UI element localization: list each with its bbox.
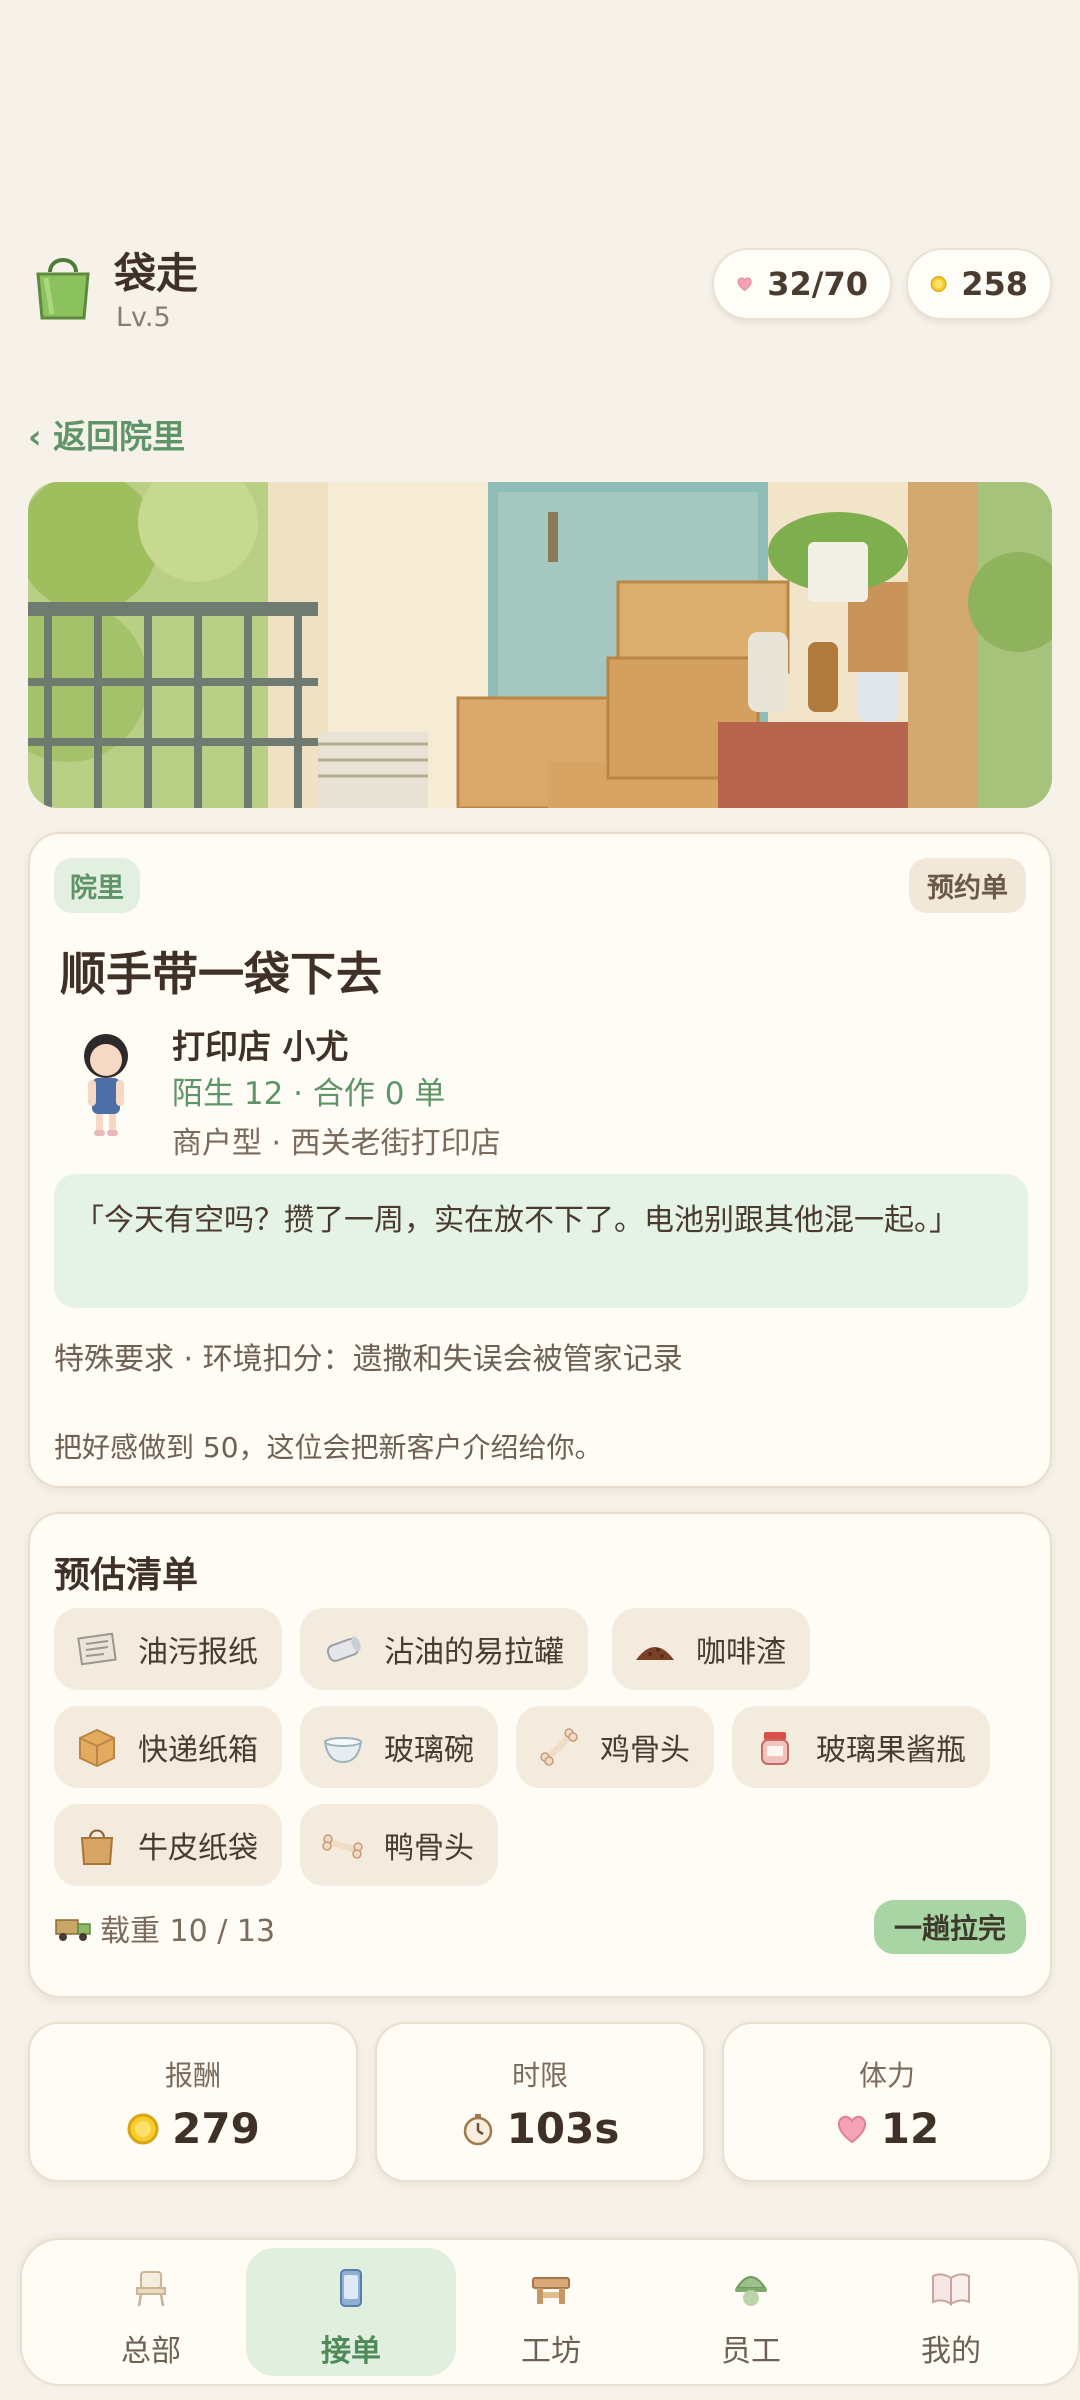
- list-item-label: 咖啡渣: [696, 1635, 786, 1670]
- nav-item-staff[interactable]: 员工: [646, 2248, 856, 2376]
- nav-label: 总部: [121, 2334, 181, 2369]
- load-value: 载重 10 / 13: [100, 1914, 276, 1949]
- list-item-label: 牛皮纸袋: [138, 1831, 258, 1866]
- app-name: 袋走: [114, 249, 199, 298]
- list-item-label: 玻璃碗: [384, 1733, 474, 1768]
- stopwatch-icon: [463, 2113, 492, 2145]
- truck-icon: [55, 1919, 91, 1941]
- workbench-icon: [532, 2277, 570, 2304]
- nav-label: 接单: [321, 2334, 381, 2369]
- phone-icon: [340, 2269, 362, 2307]
- list-item: 鸡骨头: [516, 1706, 714, 1788]
- list-item-label: 鸡骨头: [600, 1733, 690, 1768]
- bone-icon: [540, 1728, 578, 1766]
- location-illustration: [28, 482, 1052, 808]
- list-item: 牛皮纸袋: [54, 1804, 282, 1886]
- list-item: 鸭骨头: [300, 1804, 498, 1886]
- hearts-value: 32/70: [767, 265, 868, 303]
- jam-jar-icon: [761, 1732, 789, 1765]
- bone-icon: [322, 1834, 363, 1859]
- location-tag: 院里: [54, 858, 140, 913]
- heart-icon: [837, 2115, 866, 2143]
- glass-bowl-icon: [323, 1737, 363, 1764]
- reward-stat: 报酬 279: [28, 2022, 358, 2182]
- top-bar: 袋走 Lv.5 32/70 258: [28, 240, 1052, 336]
- customer-relation: 陌生 12 · 合作 0 单: [172, 1076, 446, 1112]
- order-type-tag: 预约单: [909, 858, 1026, 913]
- coins-value: 258: [961, 265, 1028, 303]
- coins-counter[interactable]: 258: [906, 248, 1052, 320]
- order-page: 袋走 Lv.5 32/70 258 ‹ 返回院里 院里 预约单 顺手带一袋下去 …: [0, 0, 1080, 2400]
- shopping-bag-icon: [36, 258, 90, 320]
- finish-in-one-trip-button[interactable]: 一趟拉完: [874, 1900, 1026, 1954]
- paper-bag-icon: [80, 1829, 114, 1865]
- list-item: 快递纸箱: [54, 1706, 282, 1788]
- order-title: 顺手带一袋下去: [60, 947, 382, 1001]
- coin-icon: [930, 276, 947, 292]
- box-icon: [79, 1728, 115, 1768]
- back-link[interactable]: ‹ 返回院里: [28, 410, 185, 458]
- list-item-label: 鸭骨头: [384, 1831, 474, 1866]
- hearts-counter[interactable]: 32/70: [712, 248, 892, 320]
- list-item-label: 油污报纸: [138, 1635, 258, 1670]
- stamina-value: 12: [880, 2104, 940, 2153]
- heart-icon: [737, 277, 752, 291]
- list-item: 咖啡渣: [612, 1608, 810, 1690]
- special-requirement: 特殊要求 · 环境扣分：遗撒和失误会被管家记录: [54, 1342, 683, 1377]
- list-item: 油污报纸: [54, 1608, 282, 1690]
- list-item-label: 玻璃果酱瓶: [816, 1733, 966, 1768]
- stamina-stat: 体力 12: [722, 2022, 1052, 2182]
- nav-label: 员工: [721, 2334, 781, 2369]
- list-item: 沾油的易拉罐: [300, 1608, 588, 1690]
- reward-value: 279: [172, 2104, 260, 2153]
- player-level: Lv.5: [116, 302, 171, 333]
- time-limit-stat: 时限 103s: [375, 2022, 705, 2182]
- customer-avatar: [84, 1034, 128, 1136]
- nav-label: 我的: [921, 2334, 981, 2369]
- order-card: 院里 预约单 顺手带一袋下去 打印店 小尤 陌生 12 · 合作 0 单 商户型…: [28, 832, 1052, 1488]
- customer-quote: 「今天有空吗？攒了一周，实在放不下了。电池别跟其他混一起。」: [54, 1174, 1028, 1308]
- nav-label: 工坊: [521, 2334, 581, 2369]
- nav-item-workshop[interactable]: 工坊: [446, 2248, 656, 2376]
- list-title: 预估清单: [54, 1555, 199, 1596]
- bottom-navigation: 总部 接单 工坊 员工 我的: [20, 2238, 1080, 2386]
- list-item: 玻璃碗: [300, 1706, 498, 1788]
- list-item-label: 沾油的易拉罐: [384, 1635, 564, 1670]
- book-icon: [932, 2273, 970, 2306]
- time-value: 103s: [506, 2104, 620, 2153]
- newspaper-icon: [77, 1632, 117, 1666]
- chair-icon: [136, 2271, 166, 2307]
- favor-hint: 把好感做到 50，这位会把新客户介绍给你。: [54, 1431, 603, 1464]
- load-capacity: 载重 10 / 13: [54, 1906, 275, 1950]
- coffee-grounds-icon: [636, 1647, 674, 1660]
- customer-name: 打印店 小尤: [172, 1027, 349, 1066]
- can-icon: [326, 1636, 361, 1662]
- stamina-label: 体力: [858, 2059, 915, 2092]
- reward-label: 报酬: [164, 2059, 221, 2092]
- nav-item-orders[interactable]: 接单: [246, 2248, 456, 2376]
- nav-item-profile[interactable]: 我的: [846, 2248, 1056, 2376]
- time-label: 时限: [511, 2059, 568, 2092]
- coin-icon: [127, 2113, 159, 2144]
- staff-icon: [735, 2276, 767, 2306]
- list-item-label: 快递纸箱: [138, 1733, 258, 1768]
- nav-item-headquarters[interactable]: 总部: [46, 2248, 256, 2376]
- list-item: 玻璃果酱瓶: [732, 1706, 990, 1788]
- estimate-list-card: 预估清单 油污报纸 沾油的易拉罐 咖啡渣 快递纸箱 玻璃碗 鸡骨头 玻璃果酱瓶 …: [28, 1512, 1052, 1998]
- customer-type: 商户型 · 西关老街打印店: [172, 1126, 501, 1161]
